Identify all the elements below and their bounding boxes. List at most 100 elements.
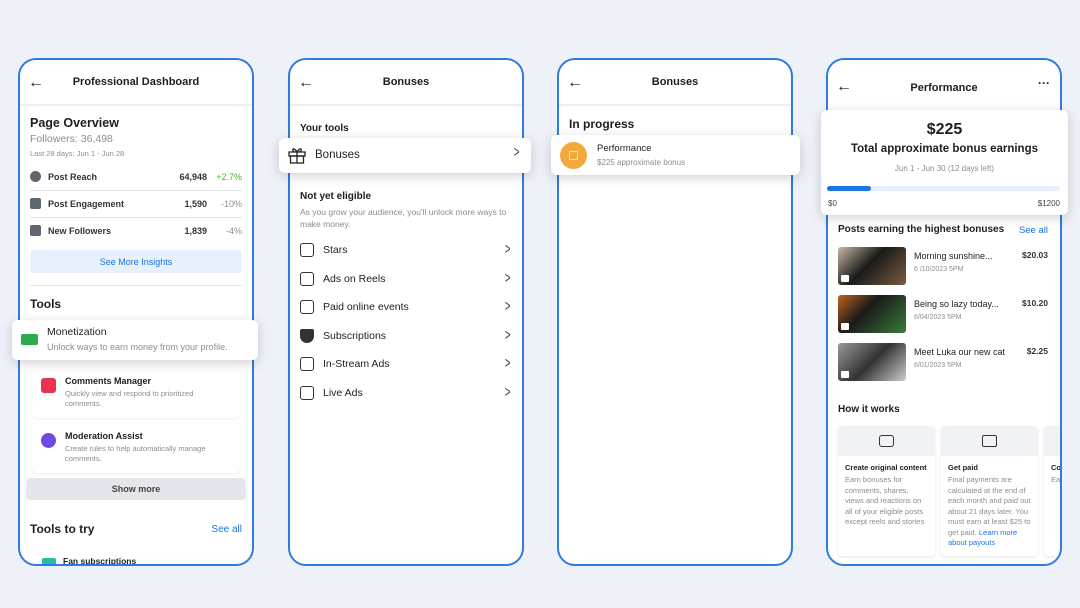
money-icon — [982, 435, 997, 447]
header: ← Professional Dashboard — [20, 60, 252, 106]
back-arrow-icon[interactable]: ← — [836, 78, 852, 96]
more-options-icon[interactable]: ··· — [1038, 76, 1050, 90]
tools-to-try-title: Tools to try — [30, 522, 95, 536]
performance-item[interactable]: Performance $225 approximate bonus — [551, 135, 800, 175]
how-card-desc: Earn bonuses for comments, shares, views… — [845, 475, 925, 526]
bonus-item[interactable]: Live Ads > — [300, 379, 512, 407]
show-more-button[interactable]: Show more — [26, 478, 246, 500]
fan-subscriptions-label[interactable]: Fan subscriptions — [63, 556, 136, 564]
post-date: 6/04/2023 5PM — [914, 314, 962, 321]
chevron-right-icon: > — [504, 355, 511, 372]
gift-icon — [288, 148, 306, 164]
metric-value: 1,839 — [184, 226, 207, 236]
performance-title: Performance — [597, 143, 652, 154]
screen-title: Performance — [910, 82, 978, 94]
tool-desc: Create rules to help automatically manag… — [65, 444, 206, 463]
screen-title: Professional Dashboard — [72, 76, 200, 88]
camera-icon — [879, 435, 894, 447]
how-card: Get paid Final payments are calculated a… — [941, 426, 1038, 556]
comments-icon — [41, 378, 56, 393]
header: ← Bonuses — [559, 60, 791, 106]
performance-sub: $225 approximate bonus — [597, 158, 686, 167]
bonus-item-label: Stars — [323, 244, 348, 256]
see-more-insights-button[interactable]: See More Insights — [30, 250, 242, 273]
dashboard-screen: ← Professional Dashboard Page Overview Fo… — [18, 58, 254, 566]
see-all-link[interactable]: See all — [211, 524, 242, 535]
how-card-title: Create original content — [845, 463, 927, 472]
back-arrow-icon[interactable]: ← — [298, 74, 314, 92]
how-card-header — [1044, 426, 1060, 456]
chevron-right-icon: > — [504, 326, 511, 344]
earnings-amount: $225 — [926, 121, 963, 138]
your-tools-title: Your tools — [300, 123, 349, 134]
back-arrow-icon[interactable]: ← — [567, 74, 583, 92]
see-all-link[interactable]: See all — [1019, 225, 1048, 236]
in-progress-title: In progress — [569, 117, 635, 131]
post-row[interactable]: Being so lazy today... 6/04/2023 5PM $10… — [838, 295, 1050, 335]
monetization-item[interactable]: Monetization Unlock ways to earn money f… — [12, 320, 258, 360]
how-it-works-title: How it works — [838, 404, 900, 415]
how-card-header — [941, 426, 1038, 456]
stars-icon — [300, 243, 314, 257]
post-row[interactable]: Meet Luka our new cat 6/01/2023 5PM $2.2… — [838, 343, 1050, 383]
metric-value: 1,590 — [184, 199, 207, 209]
followers-icon — [30, 225, 41, 236]
chevron-right-icon: > — [504, 383, 511, 401]
metric-change: +2.7% — [216, 172, 242, 182]
progress-min: $0 — [828, 199, 837, 208]
bonus-item-label: Live Ads — [323, 386, 363, 399]
progress-max: $1200 — [1037, 199, 1060, 208]
bonus-item-label: In-Stream Ads — [323, 358, 390, 370]
header: ← Performance ··· — [828, 60, 1060, 106]
tool-desc: Quickly view and respond to prioritized … — [65, 389, 194, 408]
not-eligible-title: Not yet eligible — [300, 191, 372, 202]
bonuses-item[interactable]: Bonuses > — [279, 138, 531, 173]
performance-icon — [560, 142, 587, 169]
tools-title: Tools — [30, 297, 62, 311]
metric-row[interactable]: New Followers 1,839 -4% — [30, 218, 242, 245]
tool-title: Comments Manager — [65, 376, 152, 386]
how-card-desc: Ea yo ch — [1051, 475, 1061, 484]
tool-title: Moderation Assist — [65, 431, 143, 441]
overview-title: Page Overview — [30, 116, 119, 130]
back-arrow-icon[interactable]: ← — [28, 74, 44, 92]
monetization-title: Monetization — [47, 326, 107, 338]
earnings-progress-fill — [827, 186, 871, 191]
tool-card[interactable]: Comments Manager Quickly view and respon… — [32, 368, 240, 418]
live-megaphone-icon — [300, 385, 314, 400]
tool-card[interactable]: Moderation Assist Create rules to help a… — [32, 423, 240, 473]
metric-label: New Followers — [48, 226, 112, 236]
how-card-title: Get paid — [948, 463, 979, 472]
how-card-title: Co — [1051, 463, 1061, 472]
metric-row[interactable]: Post Reach 64,948 +2.7% — [30, 164, 242, 191]
fan-subscriptions-icon — [42, 558, 56, 564]
screen-title: Bonuses — [651, 76, 699, 88]
chevron-right-icon: > — [504, 298, 511, 315]
photo-icon — [841, 275, 849, 282]
bonuses-label: Bonuses — [315, 149, 360, 161]
metric-row[interactable]: Post Engagement 1,590 -10% — [30, 191, 242, 218]
bonus-item[interactable]: Paid online events > — [300, 293, 512, 321]
bonus-item[interactable]: Stars > — [300, 236, 512, 264]
post-title: Meet Luka our new cat — [914, 347, 1006, 357]
header: ← Bonuses — [290, 60, 522, 106]
bonus-item[interactable]: Subscriptions > — [300, 322, 512, 350]
post-amount: $10.20 — [1022, 298, 1048, 308]
globe-icon — [30, 171, 41, 182]
divider — [30, 285, 242, 286]
people-icon — [30, 198, 41, 209]
bonus-item[interactable]: Ads on Reels > — [300, 265, 512, 293]
post-title: Morning sunshine... — [914, 251, 993, 261]
post-title: Being so lazy today... — [914, 299, 999, 309]
bonus-item[interactable]: In-Stream Ads > — [300, 350, 512, 378]
photo-icon — [841, 323, 849, 330]
reels-icon — [300, 271, 314, 286]
bonus-item-label: Paid online events — [323, 301, 409, 313]
how-card-header — [838, 426, 935, 456]
earnings-label: Total approximate bonus earnings — [850, 143, 1038, 155]
post-row[interactable]: Morning sunshine... 6 /10/2023 5PM $20.0… — [838, 247, 1050, 287]
earnings-range: Jun 1 - Jun 30 (12 days left) — [894, 164, 995, 173]
post-date: 6/01/2023 5PM — [914, 362, 962, 369]
how-card: Co Ea yo ch — [1044, 426, 1061, 556]
earnings-summary-card: $225 Total approximate bonus earnings Ju… — [821, 110, 1068, 215]
